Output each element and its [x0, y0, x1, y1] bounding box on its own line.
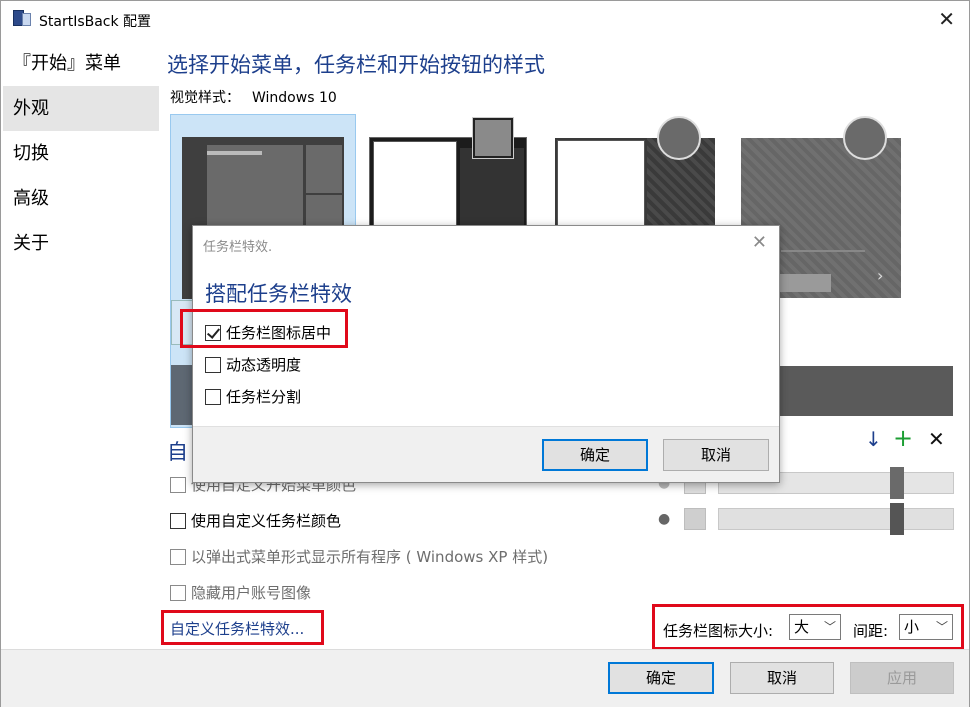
checkbox-label: 隐藏用户账号图像 [191, 584, 312, 602]
download-icon[interactable]: ↓ [865, 429, 882, 449]
checkbox[interactable] [205, 388, 221, 405]
slider-handle[interactable] [890, 503, 904, 535]
taskbar-transparency-slider[interactable] [718, 503, 954, 535]
custom-taskbar-color-checkbox[interactable]: 使用自定义任务栏颜色 [170, 510, 341, 531]
highlight-box [180, 309, 348, 348]
startisback-config-window: StartIsBack 配置 ✕ 『开始』菜单 外观 切换 高级 关于 选择开始… [0, 0, 970, 707]
app-icon [13, 10, 31, 28]
checkbox[interactable] [170, 548, 186, 565]
taskbar-effects-dialog: 任务栏特效. ✕ 搭配任务栏特效 任务栏图标居中 动态透明度 任务栏分割 确定 … [192, 225, 780, 483]
highlight-box [161, 610, 324, 645]
visual-style-value: Windows 10 [252, 90, 337, 106]
cascading-menu-checkbox[interactable]: 以弹出式菜单形式显示所有程序 ( Windows XP 样式) [170, 546, 548, 567]
checkbox[interactable] [170, 476, 186, 493]
highlight-box [652, 604, 964, 650]
checkbox-label: 以弹出式菜单形式显示所有程序 ( Windows XP 样式) [191, 548, 549, 566]
footer: 确定 取消 应用 [1, 649, 969, 707]
visual-style-label: 视觉样式： [170, 90, 240, 106]
dialog-heading: 搭配任务栏特效 [205, 282, 352, 306]
user-avatar-icon [657, 116, 701, 160]
cancel-button[interactable]: 取消 [730, 662, 834, 694]
taskbar-color-swatch[interactable] [684, 508, 706, 530]
user-avatar-icon [843, 116, 887, 160]
chevron-right-icon: › [877, 266, 884, 285]
checkbox[interactable] [170, 584, 186, 601]
user-avatar-icon [472, 117, 514, 159]
dialog-footer: 确定 取消 [193, 426, 779, 482]
sidebar-item-appearance[interactable]: 外观 [3, 86, 159, 131]
sidebar: 『开始』菜单 外观 切换 高级 关于 [3, 41, 159, 266]
sidebar-item-advanced[interactable]: 高级 [3, 176, 159, 221]
checkbox-label: 任务栏分割 [226, 388, 302, 406]
apply-button[interactable]: 应用 [850, 662, 954, 694]
checkbox[interactable] [205, 356, 221, 373]
taskbar-style-preview[interactable] [779, 366, 953, 416]
dynamic-transparency-checkbox[interactable]: 动态透明度 [205, 354, 301, 375]
close-icon[interactable]: ✕ [928, 429, 945, 449]
ok-button[interactable]: 确定 [608, 662, 714, 694]
sidebar-item-about[interactable]: 关于 [3, 221, 159, 266]
color-drop-icon: ● [658, 511, 671, 527]
checkbox-label: 动态透明度 [226, 356, 302, 374]
hide-user-image-checkbox[interactable]: 隐藏用户账号图像 [170, 582, 311, 603]
dialog-ok-button[interactable]: 确定 [542, 439, 648, 471]
visual-style-row: 视觉样式： Windows 10 [170, 87, 337, 107]
dialog-cancel-button[interactable]: 取消 [663, 439, 769, 471]
sidebar-item-switch[interactable]: 切换 [3, 131, 159, 176]
taskbar-split-checkbox[interactable]: 任务栏分割 [205, 386, 301, 407]
add-icon[interactable]: + [893, 426, 913, 450]
close-icon[interactable]: ✕ [938, 9, 955, 29]
page-title: 选择开始菜单，任务栏和开始按钮的样式 [167, 53, 545, 77]
checkbox-label: 使用自定义任务栏颜色 [191, 512, 342, 530]
checkbox[interactable] [170, 512, 186, 529]
title-bar: StartIsBack 配置 ✕ [1, 1, 969, 39]
window-title: StartIsBack 配置 [39, 14, 152, 30]
slider-handle[interactable] [890, 467, 904, 499]
dialog-title: 任务栏特效. [203, 240, 273, 255]
section-heading: 自 [167, 440, 188, 464]
sidebar-item-start-menu[interactable]: 『开始』菜单 [3, 41, 159, 86]
close-icon[interactable]: ✕ [752, 232, 767, 253]
search-icon [779, 274, 831, 292]
